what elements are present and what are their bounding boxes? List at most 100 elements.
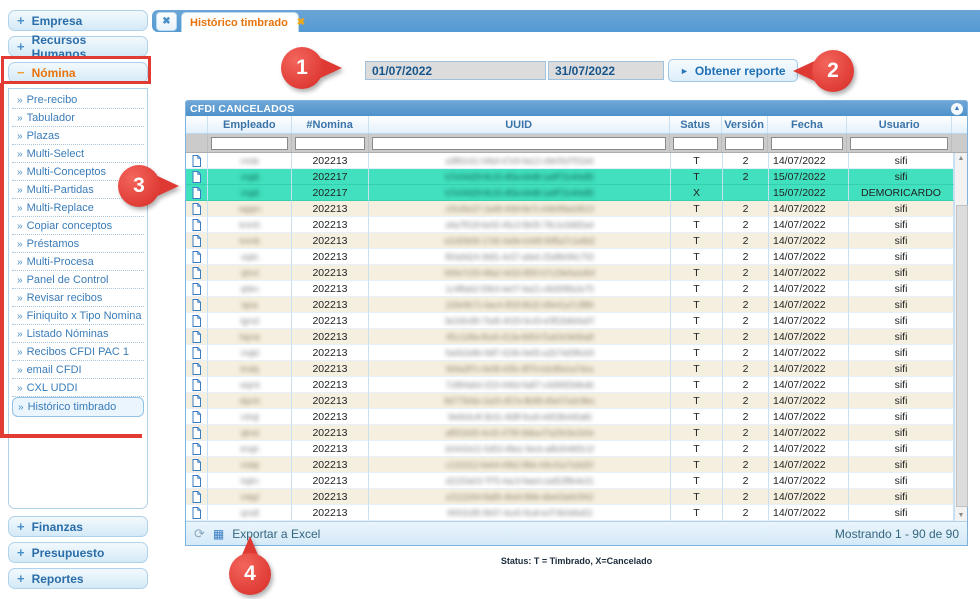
table-row[interactable]: hqme 202213 4f1c1d9a-8ce6-413a-8d54-f1a6… [186,329,954,345]
table-row[interactable]: qhtm 202213 1c4f8a62-59b3-4e07-9a21-c8d3… [186,281,954,297]
date-from-input[interactable] [365,61,546,80]
column-header-fecha[interactable]: Fecha [768,116,848,133]
nomina-submenu-item[interactable]: » Multi-Procesa [12,253,144,271]
column-header-uuid[interactable]: UUID [369,116,670,133]
document-icon[interactable] [192,314,201,327]
nomina-submenu-item[interactable]: » CXL UDDI [12,379,144,397]
document-icon[interactable] [192,250,201,263]
nomina-submenu-item[interactable]: » Copiar conceptos [12,217,144,235]
cell-uuid-redacted: 1c4f8a62-59b3-4e07-9a21-c8d30f6b2e75 [445,283,594,294]
nomina-submenu-item[interactable]: » Pre-recibo [12,91,144,109]
sidebar-item-recursos-humanos[interactable]: + Recursos Humanos [8,33,148,61]
document-icon[interactable] [192,218,201,231]
document-icon[interactable] [192,234,201,247]
column-header-nomina[interactable]: #Nomina [292,116,369,133]
nomina-submenu-item[interactable]: » Finiquito x Tipo Nomina [12,307,144,325]
column-header-empleado[interactable]: Empleado [208,116,292,133]
table-row[interactable]: dqmh 202213 8d775b5e-2a20-457e-8b98-d5e0… [186,393,954,409]
table-row[interactable]: wgqm 202213 c91d5e37-2a48-40bf-8e7c-64b0… [186,201,954,217]
scrollbar-thumb[interactable] [956,205,968,507]
table-row[interactable]: tmdq 202213 6b9a3f7c-0e08-435c-8f76-b3c8… [186,361,954,377]
nomina-submenu-item[interactable]: » email CFDI [12,361,144,379]
document-icon[interactable] [192,154,201,167]
filter-input-empleado[interactable] [210,136,288,150]
table-row[interactable]: mdqt 202213 c1331f12-6e64-49b2-8fdc-b9c4… [186,457,954,473]
table-row[interactable]: tgmd 202213 3e2d0c80-7bd5-4029-9c43-e0f5… [186,313,954,329]
table-row[interactable]: mqdi 202217 b7e04d29-8c15-4f3a-b6d8-1a9f… [186,185,954,201]
table-row[interactable]: hqtm 202213 d2220a03-7f75-4ac3-9aed-cad5… [186,473,954,489]
nomina-submenu-item[interactable]: » Listado Nóminas [12,325,144,343]
table-row[interactable]: qhmi 202213 0b5e7c93-48a2-4d16-8f30-b7c2… [186,265,954,281]
document-icon[interactable] [192,186,201,199]
nomina-submenu-item[interactable]: » Multi-Select [12,145,144,163]
table-row[interactable]: qtmd 202213 af553d30-4c42-4790-8dba-f7a2… [186,425,954,441]
table-row[interactable]: mqtd 202213 5a0b2e8b-9df7-424b-9e65-a2b7… [186,345,954,361]
sidebar-item-empresa[interactable]: + Empresa [8,10,148,31]
scroll-down-icon[interactable]: ▼ [955,512,967,519]
chevrons-right-icon: » [17,365,23,376]
table-row[interactable]: mtqd 202213 e3111b94-8a86-4bd4-8bfe-dbe6… [186,489,954,505]
filter-input-version[interactable] [724,136,764,150]
nomina-submenu-item[interactable]: » Préstamos [12,235,144,253]
document-icon[interactable] [192,330,201,343]
document-icon[interactable] [192,202,201,215]
document-icon[interactable] [192,490,201,503]
refresh-icon[interactable]: ⟳ [194,526,205,542]
nomina-submenu-item[interactable]: » Revisar recibos [12,289,144,307]
nomina-submenu-item[interactable]: » Panel de Control [12,271,144,289]
date-to-input[interactable] [548,61,664,80]
filter-input-usuario[interactable] [850,136,949,150]
excel-grid-icon[interactable]: ▦ [213,527,224,541]
sidebar-item-presupuesto[interactable]: + Presupuesto [8,542,148,563]
document-icon[interactable] [192,378,201,391]
obtener-reporte-button[interactable]: ► Obtener reporte [668,59,798,82]
document-icon[interactable] [192,442,201,455]
tab-close-icon[interactable]: ✖ [297,17,305,28]
sidebar-item-finanzas[interactable]: + Finanzas [8,516,148,537]
submenu-item-label: Multi-Conceptos [26,166,107,178]
document-icon[interactable] [192,506,201,519]
table-row[interactable]: mrde 202213 a3f82c61-04bd-47e9-9a12-c8e0… [186,153,954,169]
table-row[interactable]: tmmk 202213 e2c83b56-17d0-4a9e-b348-90f5… [186,233,954,249]
cell-satus: T [671,265,723,281]
document-icon[interactable] [192,394,201,407]
document-icon[interactable] [192,298,201,311]
table-row[interactable]: tmmh 202213 d4a7f018-6e92-45c3-9b05-78c1… [186,217,954,233]
document-icon[interactable] [192,474,201,487]
document-icon[interactable] [192,410,201,423]
sidebar-item-reportes[interactable]: + Reportes [8,568,148,589]
nomina-submenu-item[interactable]: » Plazas [12,127,144,145]
filter-input-satus[interactable] [672,136,718,150]
table-row[interactable]: qmdt 202213 f4002c85-9b97-4ce5-9caf-ecf7… [186,505,954,521]
cell-nomina: 202213 [292,345,369,361]
column-header-usuario[interactable]: Usuario [847,116,953,133]
submenu-item-label: CXL UDDI [26,382,78,394]
document-icon[interactable] [192,458,201,471]
document-icon[interactable] [192,282,201,295]
nomina-submenu-item[interactable]: » Histórico timbrado [12,397,144,417]
cell-empleado-redacted: wgqm [238,203,261,214]
nomina-submenu-item[interactable]: » Recibos CFDI PAC 1 [12,343,144,361]
table-row[interactable]: mqdi 202217 b7e04d29-8c15-4f3a-b6d8-1a9f… [186,169,954,185]
nomina-submenu-item[interactable]: » Tabulador [12,109,144,127]
column-header-satus[interactable]: Satus [670,116,722,133]
table-row[interactable]: mhqt 202213 9e664c4f-3b31-468f-9ca9-e6f1… [186,409,954,425]
filter-input-nomina[interactable] [294,136,365,150]
table-row[interactable]: tqna 202213 2d3e9b71-6ac4-4f18-8b32-d9e4… [186,297,954,313]
filter-input-fecha[interactable] [770,136,844,150]
document-icon[interactable] [192,362,201,375]
table-row[interactable]: vqdn 202213 f60a9d24-3b81-4c57-a9e6-25d8… [186,249,954,265]
collapse-panel-button[interactable]: ▲ [951,102,963,115]
document-icon[interactable] [192,426,201,439]
document-icon[interactable] [192,170,201,183]
vertical-scrollbar[interactable]: ▲ ▼ [954,153,968,521]
filter-input-uuid[interactable] [371,136,666,150]
tab-historico-timbrado[interactable]: Histórico timbrado ✖ [181,12,305,32]
close-all-tabs-button[interactable]: ✖ [156,12,177,31]
scroll-up-icon[interactable]: ▲ [955,155,967,162]
table-row[interactable]: wqmt 202213 7c884a6d-1f19-446d-9a87-c4d9… [186,377,954,393]
table-row[interactable]: tmqh 202213 b0442e21-5d53-48a1-9ecb-a8b3… [186,441,954,457]
document-icon[interactable] [192,266,201,279]
document-icon[interactable] [192,346,201,359]
column-header-version[interactable]: Versión [722,116,768,133]
